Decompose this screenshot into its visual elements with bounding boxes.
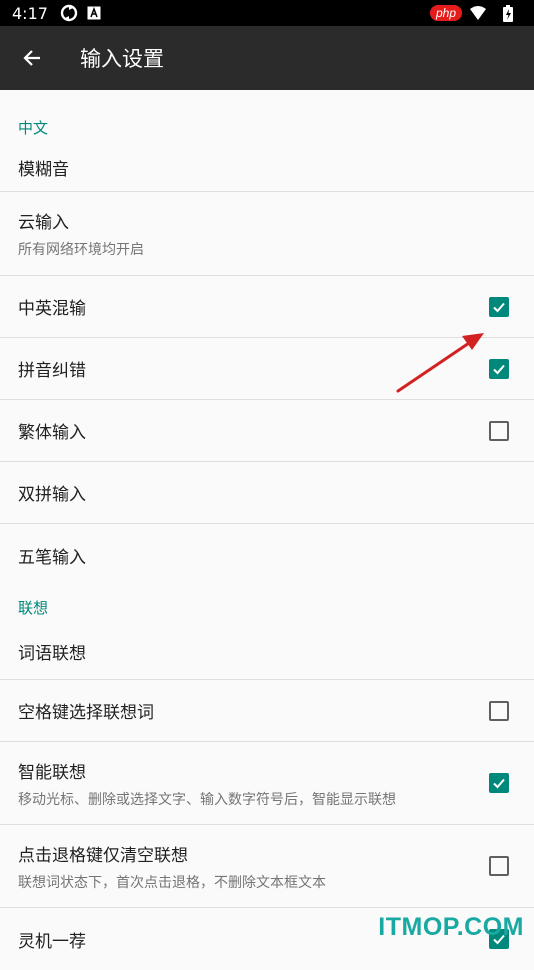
back-button[interactable] bbox=[0, 26, 64, 90]
setting-double-pinyin[interactable]: 双拼输入 bbox=[0, 462, 534, 524]
app-toolbar: 输入设置 bbox=[0, 26, 534, 90]
setting-summary: 移动光标、删除或选择文字、输入数字符号后，智能显示联想 bbox=[18, 791, 396, 808]
section-header-association: 联想 bbox=[18, 599, 49, 617]
setting-summary: 所有网络环境均开启 bbox=[18, 242, 144, 258]
a-notification-icon bbox=[87, 6, 101, 20]
setting-title: 双拼输入 bbox=[18, 485, 86, 505]
check-icon bbox=[493, 778, 505, 789]
php-badge: php bbox=[429, 5, 462, 21]
setting-space-select-association[interactable]: 空格键选择联想词 bbox=[0, 680, 534, 742]
checkbox-smart-association[interactable] bbox=[489, 773, 509, 793]
check-icon bbox=[493, 302, 505, 312]
battery-icon bbox=[503, 4, 513, 22]
setting-backspace-clear-association[interactable]: 点击退格键仅清空联想 联想词状态下，首次点击退格，不删除文本框文本 bbox=[0, 825, 534, 908]
checkbox-space-select-association[interactable] bbox=[489, 700, 509, 721]
check-icon bbox=[493, 364, 505, 374]
setting-title: 智能联想 bbox=[18, 762, 86, 783]
status-time: 4:17 bbox=[12, 3, 48, 23]
sync-icon bbox=[60, 4, 78, 22]
page-title: 输入设置 bbox=[80, 47, 164, 71]
setting-title: 点击退格键仅清空联想 bbox=[18, 845, 188, 866]
settings-list: 中文 模糊音 云输入 所有网络环境均开启 中英混输 拼音纠错 繁体输入 双拼输入… bbox=[0, 90, 534, 970]
checkbox-mixed-cn-en[interactable] bbox=[489, 296, 509, 317]
setting-title: 云输入 bbox=[18, 213, 69, 233]
setting-title: 词语联想 bbox=[18, 644, 86, 664]
setting-title: 繁体输入 bbox=[18, 423, 86, 443]
setting-pinyin-correction[interactable]: 拼音纠错 bbox=[0, 338, 534, 400]
setting-summary: 联想词状态下，首次点击退格，不删除文本框文本 bbox=[18, 874, 326, 891]
wifi-icon bbox=[470, 6, 486, 20]
arrow-back-icon bbox=[23, 50, 40, 66]
setting-title: 空格键选择联想词 bbox=[18, 703, 154, 723]
status-bar: 4:17 php bbox=[0, 0, 534, 26]
setting-fuzzy-pinyin[interactable]: 模糊音 bbox=[0, 144, 534, 192]
setting-title: 中英混输 bbox=[18, 299, 86, 319]
setting-smart-association[interactable]: 智能联想 移动光标、删除或选择文字、输入数字符号后，智能显示联想 bbox=[0, 742, 534, 825]
watermark-text: ITMOP.COM bbox=[378, 913, 524, 941]
checkbox-backspace-clear-association[interactable] bbox=[489, 856, 509, 876]
setting-word-association[interactable]: 词语联想 bbox=[0, 624, 534, 680]
checkbox-pinyin-correction[interactable] bbox=[489, 358, 509, 379]
setting-cloud-input[interactable]: 云输入 所有网络环境均开启 bbox=[0, 192, 534, 276]
checkbox-traditional-input[interactable] bbox=[489, 420, 509, 441]
setting-wubi-input[interactable]: 五笔输入 bbox=[0, 524, 534, 586]
setting-title: 模糊音 bbox=[18, 160, 69, 180]
section-header-chinese: 中文 bbox=[18, 119, 49, 137]
setting-traditional-input[interactable]: 繁体输入 bbox=[0, 400, 534, 462]
setting-title: 拼音纠错 bbox=[18, 361, 86, 381]
setting-mixed-cn-en[interactable]: 中英混输 bbox=[0, 276, 534, 338]
setting-title: 五笔输入 bbox=[18, 547, 86, 568]
